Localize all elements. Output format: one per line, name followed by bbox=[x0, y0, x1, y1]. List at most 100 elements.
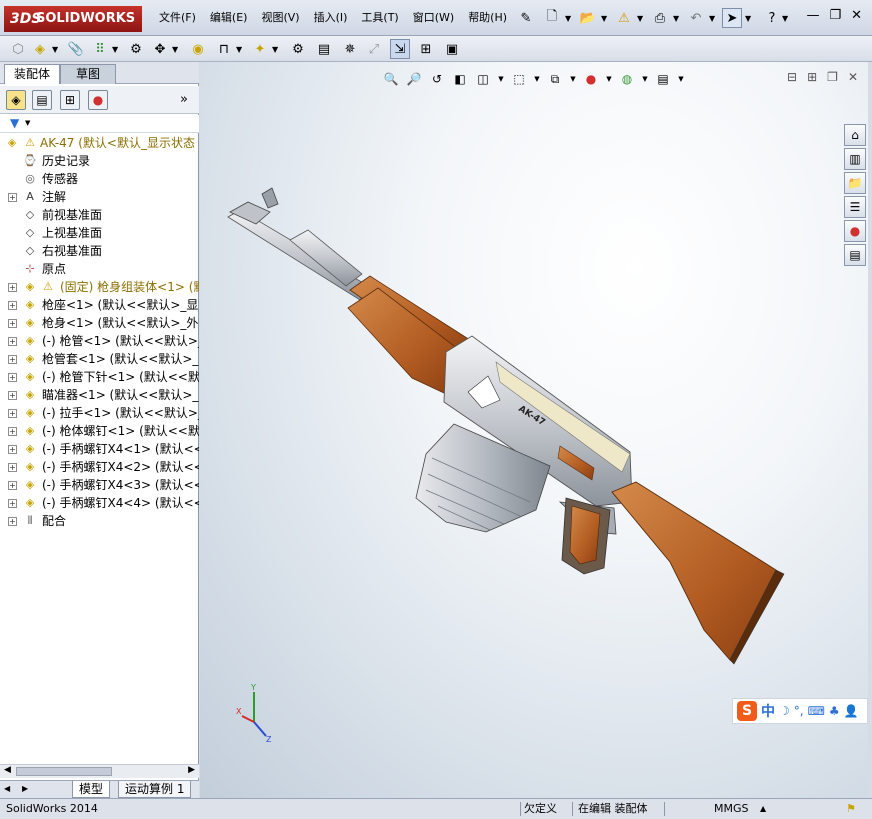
chevron-down-icon[interactable]: ▼ bbox=[565, 14, 571, 23]
chevron-down-icon[interactable]: ▼ bbox=[782, 14, 788, 23]
menu-window[interactable]: 窗口(W) bbox=[406, 10, 461, 26]
unit-system[interactable]: MMGS bbox=[714, 799, 749, 818]
tab-motion-study[interactable]: 运动算例 1 bbox=[118, 781, 192, 798]
expand-icon[interactable]: + bbox=[8, 463, 17, 472]
menu-view[interactable]: 视图(V) bbox=[254, 10, 306, 26]
minimize-icon[interactable]: — bbox=[806, 8, 819, 23]
tree-item[interactable]: + ◈ (-) 手柄螺钉X4<1> (默认<<默 bbox=[0, 440, 199, 458]
chevron-down-icon[interactable]: ▼ bbox=[172, 45, 178, 54]
filter-icon[interactable]: ▼ bbox=[10, 116, 19, 130]
mate-icon[interactable]: 📎 bbox=[66, 39, 86, 59]
tree-item[interactable]: ◇ 上视基准面 bbox=[0, 224, 199, 242]
scroll-right-icon[interactable]: ▶ bbox=[188, 765, 195, 775]
expand-icon[interactable]: + bbox=[8, 391, 17, 400]
scroll-left-icon[interactable]: ◀ bbox=[4, 765, 11, 775]
reference-geometry-icon[interactable]: ✦ bbox=[250, 39, 270, 59]
bill-of-materials-icon[interactable]: ▤ bbox=[314, 39, 334, 59]
chevron-down-icon[interactable]: ▼ bbox=[601, 14, 607, 23]
chevron-down-icon[interactable]: ▼ bbox=[52, 45, 58, 54]
tree-item[interactable]: + ◈ (-) 枪体螺钉<1> (默认<<默认 bbox=[0, 422, 199, 440]
expand-icon[interactable]: + bbox=[8, 319, 17, 328]
scrollbar-thumb[interactable] bbox=[16, 767, 112, 776]
large-assembly-icon[interactable]: ⊞ bbox=[416, 39, 436, 59]
tree-item[interactable]: + ◈ 枪座<1> (默认<<默认>_显示 bbox=[0, 296, 199, 314]
chevron-down-icon[interactable]: ▼ bbox=[25, 119, 30, 127]
display-manager-icon[interactable]: ● bbox=[88, 90, 108, 110]
snapshot-icon[interactable]: ▣ bbox=[442, 39, 462, 59]
close-icon[interactable]: ✕ bbox=[851, 8, 862, 23]
open-folder-icon[interactable]: 📂 bbox=[578, 8, 598, 28]
expand-icon[interactable]: + bbox=[8, 301, 17, 310]
sogou-icon[interactable]: S bbox=[737, 701, 757, 721]
chevron-down-icon[interactable]: ▼ bbox=[709, 14, 715, 23]
expand-panel-icon[interactable]: » bbox=[180, 92, 188, 107]
expand-icon[interactable]: + bbox=[8, 373, 17, 382]
expand-icon[interactable]: + bbox=[8, 427, 17, 436]
tree-item[interactable]: ⊹ 原点 bbox=[0, 260, 199, 278]
ime-language[interactable]: 中 bbox=[761, 701, 775, 721]
chevron-down-icon[interactable]: ▼ bbox=[637, 14, 643, 23]
tab-scroll-right-icon[interactable]: ▶ bbox=[22, 784, 28, 793]
keyboard-icon[interactable]: ⌨ bbox=[808, 704, 825, 718]
expand-icon[interactable]: + bbox=[8, 193, 17, 202]
assembly-features-icon[interactable]: ⊓ bbox=[214, 39, 234, 59]
chevron-up-icon[interactable]: ▲ bbox=[760, 799, 766, 818]
print-icon[interactable]: ⎙ bbox=[650, 8, 670, 28]
menu-file[interactable]: 文件(F) bbox=[152, 10, 203, 26]
tree-item[interactable]: + ◈ (-) 拉手<1> (默认<<默认>_显 bbox=[0, 404, 199, 422]
chevron-down-icon[interactable]: ▼ bbox=[745, 14, 751, 23]
rebuild-icon[interactable]: ⚠ bbox=[614, 8, 634, 28]
chevron-down-icon[interactable]: ▼ bbox=[236, 45, 242, 54]
exploded-view-icon[interactable]: ✵ bbox=[340, 39, 360, 59]
model-view[interactable]: AK-47 Y Z X bbox=[200, 62, 868, 798]
tree-item[interactable]: + ◈ (-) 手柄螺钉X4<4> (默认<<默 bbox=[0, 494, 199, 512]
linear-pattern-icon[interactable]: ⠿ bbox=[90, 39, 110, 59]
new-motion-study-icon[interactable]: ⚙ bbox=[288, 39, 308, 59]
new-document-icon[interactable]: 🗋 bbox=[542, 8, 562, 28]
moon-icon[interactable]: ☽ bbox=[779, 704, 790, 718]
feature-manager-icon[interactable]: ◈ bbox=[6, 90, 26, 110]
property-manager-icon[interactable]: ▤ bbox=[32, 90, 52, 110]
configuration-manager-icon[interactable]: ⊞ bbox=[60, 90, 80, 110]
tab-scroll-left-icon[interactable]: ◀ bbox=[4, 784, 10, 793]
user-icon[interactable]: 👤 bbox=[844, 704, 859, 718]
move-component-icon[interactable]: ✥ bbox=[150, 39, 170, 59]
expand-icon[interactable]: + bbox=[8, 445, 17, 454]
tree-item[interactable]: + ◈ 枪身<1> (默认<<默认>_外观 bbox=[0, 314, 199, 332]
tree-item[interactable]: ◇ 前视基准面 bbox=[0, 206, 199, 224]
expand-icon[interactable]: + bbox=[8, 481, 17, 490]
help-icon[interactable]: ? bbox=[762, 8, 782, 28]
insert-component-icon[interactable]: ⬡ bbox=[8, 39, 28, 59]
tree-item[interactable]: + ◈ 瞄准器<1> (默认<<默认>_外观 bbox=[0, 386, 199, 404]
tree-item[interactable]: + ◈ (-) 手柄螺钉X4<3> (默认<<默 bbox=[0, 476, 199, 494]
graphics-area[interactable]: 🔍 🔎 ↺ ◧ ◫ ▼ ⬚ ▼ ⧉ ▼ ● ▼ ◍ ▼ ▤ ▼ ⊟ ⊞ ❐ ✕ … bbox=[200, 62, 868, 798]
restore-icon[interactable]: ❐ bbox=[829, 8, 841, 23]
expand-icon[interactable]: + bbox=[8, 499, 17, 508]
new-part-icon[interactable]: ◈ bbox=[30, 39, 50, 59]
chevron-down-icon[interactable]: ▼ bbox=[272, 45, 278, 54]
skin-icon[interactable]: ♣ bbox=[829, 704, 840, 718]
tree-item[interactable]: + ◈ (-) 枪管下针<1> (默认<<默认 bbox=[0, 368, 199, 386]
pin-icon[interactable]: ✎ bbox=[516, 8, 536, 28]
explode-line-icon[interactable]: ⤢ bbox=[364, 39, 384, 59]
solidworks-logo[interactable]: 3DS SOLIDWORKS bbox=[4, 6, 142, 32]
expand-icon[interactable]: + bbox=[8, 355, 17, 364]
tree-item[interactable]: ◇ 右视基准面 bbox=[0, 242, 199, 260]
chevron-down-icon[interactable]: ▼ bbox=[112, 45, 118, 54]
tree-item[interactable]: ⌚ 历史记录 bbox=[0, 152, 199, 170]
menu-insert[interactable]: 插入(I) bbox=[307, 10, 355, 26]
smart-fasteners-icon[interactable]: ⚙ bbox=[126, 39, 146, 59]
rebuild-status-icon[interactable]: ⚑ bbox=[846, 799, 856, 818]
expand-icon[interactable]: + bbox=[8, 283, 17, 292]
tree-item[interactable]: + ◈ (-) 手柄螺钉X4<2> (默认<<默 bbox=[0, 458, 199, 476]
horizontal-scrollbar[interactable]: ◀ ▶ bbox=[0, 764, 199, 778]
instant3d-icon[interactable]: ⇲ bbox=[390, 39, 410, 59]
menu-tools[interactable]: 工具(T) bbox=[354, 10, 405, 26]
menu-help[interactable]: 帮助(H) bbox=[461, 10, 514, 26]
tab-assembly[interactable]: 装配体 bbox=[4, 64, 60, 84]
tab-sketch[interactable]: 草图 bbox=[60, 64, 116, 84]
menu-edit[interactable]: 编辑(E) bbox=[203, 10, 255, 26]
expand-icon[interactable]: + bbox=[8, 337, 17, 346]
chevron-down-icon[interactable]: ▼ bbox=[673, 14, 679, 23]
show-hidden-icon[interactable]: ◉ bbox=[188, 39, 208, 59]
